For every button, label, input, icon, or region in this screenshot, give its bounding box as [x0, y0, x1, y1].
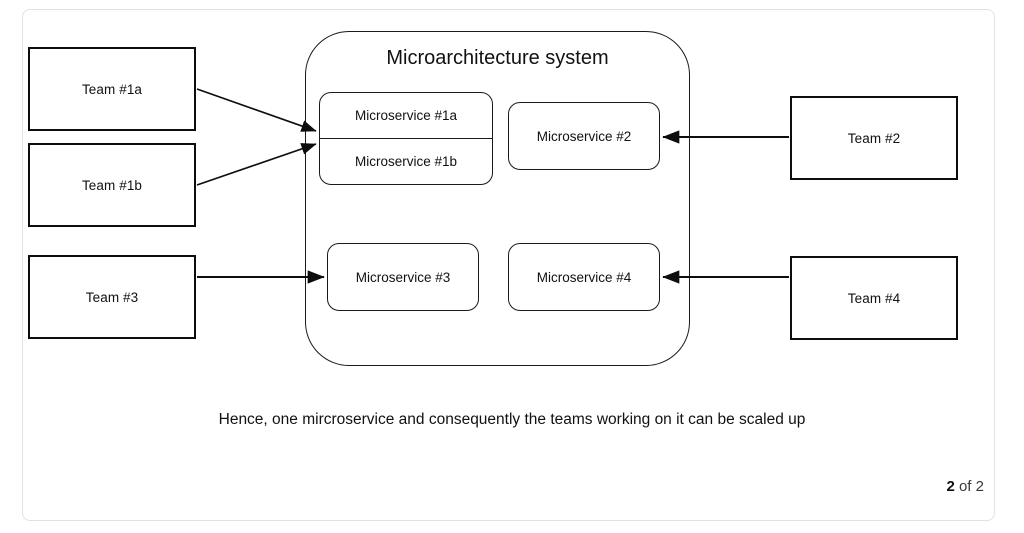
- system-title: Microarchitecture system: [386, 47, 609, 69]
- arrow-team-1b-to-microservice-1: [196, 143, 317, 186]
- microservice-1-split-box[interactable]: Microservice #1a Microservice #1b: [319, 92, 493, 185]
- microservice-1a-label: Microservice #1a: [354, 108, 458, 123]
- page-separator: of: [958, 478, 972, 495]
- team-3-box[interactable]: Team #3: [28, 255, 196, 339]
- microservice-2-box[interactable]: Microservice #2: [508, 102, 660, 170]
- page-indicator: 2 of 2: [946, 478, 984, 495]
- page-total: 2: [975, 478, 984, 495]
- slide-card: Microarchitecture system Microservice #1…: [0, 0, 1024, 533]
- team-4-box[interactable]: Team #4: [790, 256, 958, 340]
- microservice-4-box[interactable]: Microservice #4: [508, 243, 660, 311]
- page-current: 2: [946, 478, 955, 495]
- diagram-canvas: Microarchitecture system Microservice #1…: [0, 0, 1024, 533]
- microarchitecture-system-container: [305, 31, 690, 366]
- slide-caption: Hence, one mircroservice and consequentl…: [218, 411, 806, 428]
- microservice-3-box[interactable]: Microservice #3: [327, 243, 479, 311]
- team-1b-box[interactable]: Team #1b: [28, 143, 196, 227]
- team-1a-box[interactable]: Team #1a: [28, 47, 196, 131]
- team-2-box[interactable]: Team #2: [790, 96, 958, 180]
- microservice-1b-label: Microservice #1b: [354, 154, 458, 169]
- arrow-team-1a-to-microservice-1: [196, 88, 317, 132]
